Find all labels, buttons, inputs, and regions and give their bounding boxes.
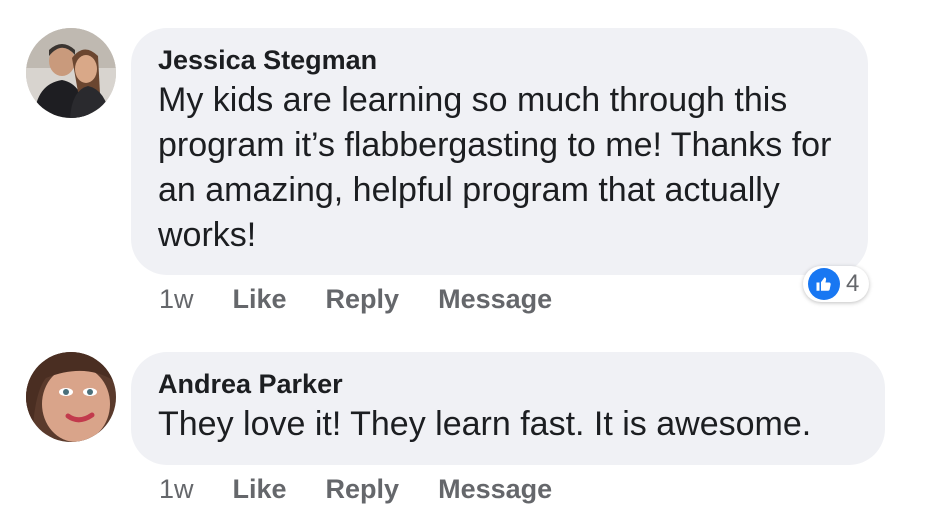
comment-bubble: Jessica Stegman My kids are learning so … <box>131 28 868 275</box>
comment-timestamp[interactable]: 1w <box>159 284 194 315</box>
like-button[interactable]: Like <box>233 284 287 315</box>
comment-timestamp[interactable]: 1w <box>159 474 194 505</box>
comment-text: My kids are learning so much through thi… <box>158 81 832 254</box>
avatar[interactable] <box>26 352 116 442</box>
message-button[interactable]: Message <box>438 284 552 315</box>
comment-item: Andrea Parker They love it! They learn f… <box>0 330 932 527</box>
comment-actions: 1w Like Reply Message <box>159 471 591 507</box>
comment-bubble: Andrea Parker They love it! They learn f… <box>131 352 885 465</box>
comment-text: They love it! They learn fast. It is awe… <box>158 405 812 443</box>
like-button[interactable]: Like <box>233 474 287 505</box>
avatar[interactable] <box>26 28 116 118</box>
reaction-count: 4 <box>846 270 860 297</box>
reaction-summary[interactable]: 4 <box>803 266 870 302</box>
avatar-photo <box>26 352 116 442</box>
comment-actions: 1w Like Reply Message <box>159 281 591 317</box>
comment-author[interactable]: Andrea Parker <box>158 366 859 402</box>
message-button[interactable]: Message <box>438 474 552 505</box>
reply-button[interactable]: Reply <box>326 474 400 505</box>
avatar-photo <box>26 28 116 118</box>
reply-button[interactable]: Reply <box>326 284 400 315</box>
thumbs-up-icon <box>808 268 840 300</box>
comment-author[interactable]: Jessica Stegman <box>158 42 842 78</box>
comment-item: Jessica Stegman My kids are learning so … <box>0 0 932 330</box>
